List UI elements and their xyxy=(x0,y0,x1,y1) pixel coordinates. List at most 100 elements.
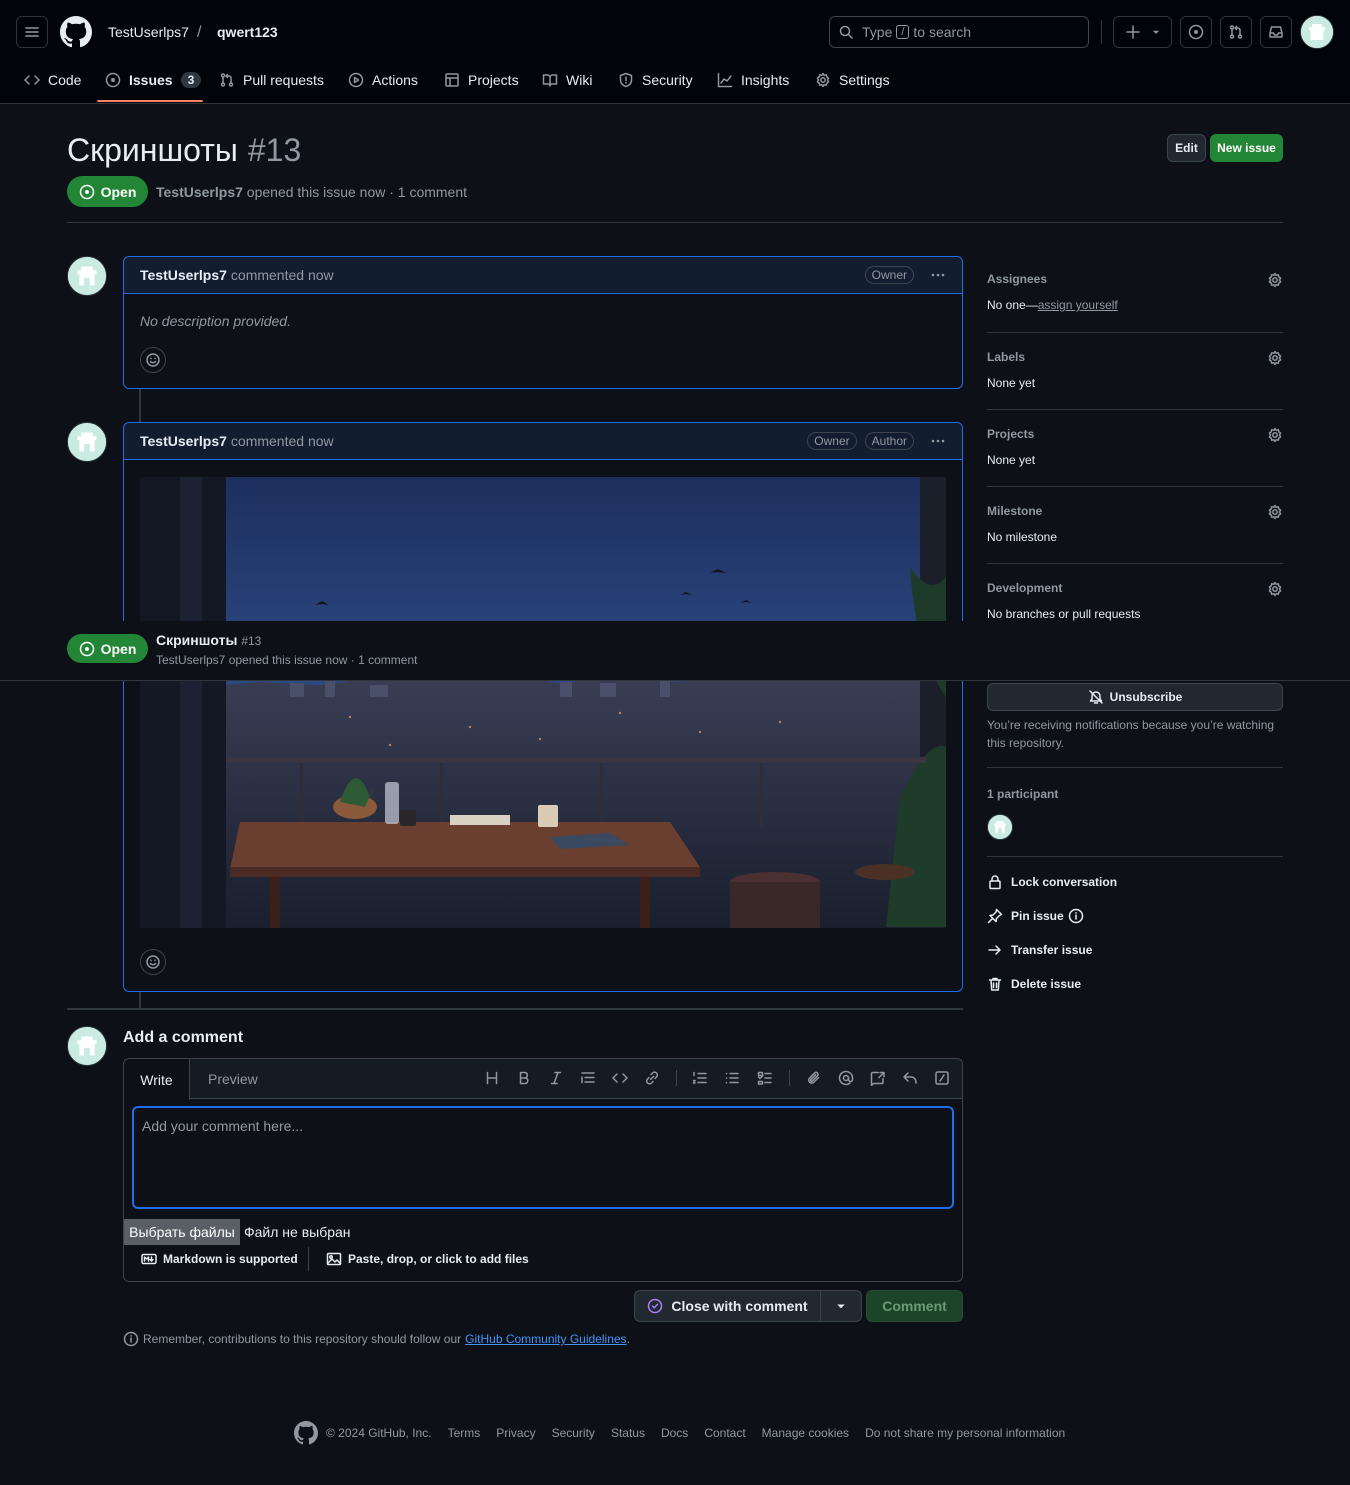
tab-insights[interactable]: Insights xyxy=(717,64,789,96)
comment-submit-button[interactable]: Comment xyxy=(866,1290,963,1322)
comment-author-link[interactable]: TestUserlps7 xyxy=(140,267,227,283)
git-pull-request-icon xyxy=(220,73,234,87)
footer-link-manage-cookies[interactable]: Manage cookies xyxy=(762,1426,849,1440)
inbox-button[interactable] xyxy=(1260,16,1292,48)
kebab-horizontal-icon[interactable] xyxy=(930,267,946,283)
search-input[interactable]: Type / to search xyxy=(829,16,1089,48)
footer-link-terms[interactable]: Terms xyxy=(448,1426,481,1440)
assign-yourself-link[interactable]: assign yourself xyxy=(1038,298,1118,312)
comment-textarea[interactable] xyxy=(132,1106,954,1209)
close-options-button[interactable] xyxy=(820,1290,862,1322)
close-with-comment-button[interactable]: Close with comment xyxy=(634,1290,821,1322)
cross-reference-icon[interactable] xyxy=(870,1070,886,1086)
pull-requests-shortcut-button[interactable] xyxy=(1220,16,1252,48)
code-icon[interactable] xyxy=(612,1070,628,1086)
milestone-heading[interactable]: Milestone xyxy=(987,504,1283,518)
quote-icon[interactable] xyxy=(580,1070,596,1086)
sidebar-projects: Projects None yet xyxy=(987,427,1283,487)
italic-icon[interactable] xyxy=(548,1070,564,1086)
slash-command-icon[interactable] xyxy=(934,1070,950,1086)
tab-preview[interactable]: Preview xyxy=(208,1071,258,1087)
gear-icon[interactable] xyxy=(1267,272,1283,288)
bold-icon[interactable] xyxy=(516,1070,532,1086)
list-ordered-icon[interactable] xyxy=(692,1070,708,1086)
tab-issues[interactable]: Issues 3 xyxy=(105,64,202,96)
kebab-horizontal-icon[interactable] xyxy=(930,433,946,449)
participants-heading: 1 participant xyxy=(987,787,1059,801)
tab-issues-label: Issues xyxy=(129,72,173,88)
pin-issue-button[interactable]: Pin issue xyxy=(987,908,1084,924)
tab-wiki[interactable]: Wiki xyxy=(542,64,592,96)
choose-files-button[interactable]: Выбрать файлы xyxy=(124,1219,240,1245)
link-icon[interactable] xyxy=(644,1070,660,1086)
heading-icon[interactable] xyxy=(484,1070,500,1086)
gear-icon[interactable] xyxy=(1267,427,1283,443)
new-issue-button[interactable]: New issue xyxy=(1210,134,1283,162)
comment-timestamp[interactable]: commented now xyxy=(231,267,334,283)
sidebar-development: Development No branches or pull requests xyxy=(987,581,1283,621)
tab-insights-label: Insights xyxy=(741,72,790,88)
gear-icon[interactable] xyxy=(1267,350,1283,366)
tab-actions[interactable]: Actions xyxy=(348,64,418,96)
mention-icon[interactable] xyxy=(838,1070,854,1086)
tab-security-label: Security xyxy=(642,72,693,88)
projects-heading[interactable]: Projects xyxy=(987,427,1283,441)
community-guidelines-link[interactable]: GitHub Community Guidelines xyxy=(465,1332,626,1346)
status-badge: Open xyxy=(67,176,148,207)
lock-icon xyxy=(989,875,1001,890)
footer-link-docs[interactable]: Docs xyxy=(661,1426,688,1440)
assignees-heading[interactable]: Assignees xyxy=(987,272,1283,286)
lock-conversation-button[interactable]: Lock conversation xyxy=(987,874,1117,890)
footer-link-privacy[interactable]: Privacy xyxy=(496,1426,535,1440)
issues-shortcut-button[interactable] xyxy=(1180,16,1212,48)
tab-write[interactable]: Write xyxy=(124,1059,190,1100)
create-new-button[interactable] xyxy=(1113,16,1172,48)
paperclip-icon[interactable] xyxy=(806,1070,822,1086)
status-badge-label: Open xyxy=(100,183,137,200)
delete-issue-button[interactable]: Delete issue xyxy=(987,976,1081,992)
labels-heading[interactable]: Labels xyxy=(987,350,1283,364)
comment-author-link[interactable]: TestUserlps7 xyxy=(140,433,227,449)
avatar[interactable] xyxy=(67,1026,107,1066)
triangle-down-icon xyxy=(837,1304,845,1309)
add-reaction-button[interactable] xyxy=(140,949,166,975)
comment-header: TestUserlps7 commented now Owner xyxy=(124,257,962,294)
issue-author-link[interactable]: TestUserlps7 xyxy=(156,184,243,200)
footer-link-contact[interactable]: Contact xyxy=(704,1426,745,1440)
tasklist-icon[interactable] xyxy=(757,1070,773,1086)
add-reaction-button[interactable] xyxy=(140,347,166,373)
development-heading[interactable]: Development xyxy=(987,581,1283,595)
menu-button[interactable] xyxy=(16,16,48,48)
tab-pull-requests[interactable]: Pull requests xyxy=(219,64,324,96)
avatar[interactable] xyxy=(67,422,107,462)
avatar[interactable] xyxy=(67,256,107,296)
tab-settings[interactable]: Settings xyxy=(815,64,890,96)
gear-icon[interactable] xyxy=(1267,504,1283,520)
gear-icon[interactable] xyxy=(1267,581,1283,597)
info-icon[interactable] xyxy=(1068,908,1084,924)
edit-button[interactable]: Edit xyxy=(1167,134,1206,162)
participant-avatar[interactable] xyxy=(987,814,1013,840)
list-unordered-icon[interactable] xyxy=(724,1070,740,1086)
pin-icon xyxy=(987,908,1003,924)
footer-link-status[interactable]: Status xyxy=(611,1426,645,1440)
comment-timestamp[interactable]: commented now xyxy=(231,433,334,449)
screenshot-image[interactable] xyxy=(140,477,946,928)
github-logo-icon[interactable] xyxy=(60,16,92,48)
footer-link-security[interactable]: Security xyxy=(552,1426,595,1440)
user-avatar[interactable] xyxy=(1300,15,1334,49)
markdown-supported-link[interactable]: Markdown is supported xyxy=(141,1251,298,1267)
repo-name-link[interactable]: qwert123 xyxy=(217,24,278,40)
repo-owner-link[interactable]: TestUserlps7 xyxy=(108,24,189,40)
issues-count-badge: 3 xyxy=(180,72,202,88)
tab-security[interactable]: Security xyxy=(618,64,693,96)
tab-code[interactable]: Code xyxy=(24,64,81,96)
github-logo-icon[interactable] xyxy=(294,1421,318,1445)
transfer-issue-button[interactable]: Transfer issue xyxy=(987,942,1092,958)
attach-files-button[interactable]: Paste, drop, or click to add files xyxy=(326,1251,529,1267)
reply-icon[interactable] xyxy=(902,1070,918,1086)
tab-projects[interactable]: Projects xyxy=(444,64,519,96)
footer-link-do-not-share[interactable]: Do not share my personal information xyxy=(865,1426,1065,1440)
sticky-title[interactable]: Скриншоты xyxy=(156,632,237,648)
unsubscribe-button[interactable]: Unsubscribe xyxy=(987,683,1283,711)
